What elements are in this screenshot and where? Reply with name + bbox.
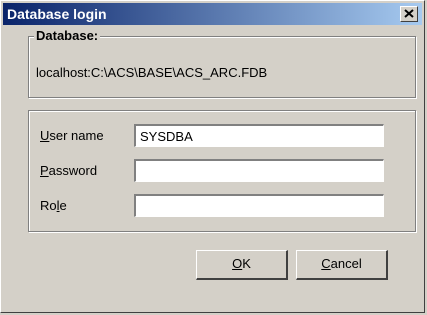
role-label: Role: [40, 198, 67, 213]
title-bar[interactable]: Database login: [3, 3, 422, 25]
window-title: Database login: [7, 6, 107, 22]
close-button[interactable]: [400, 6, 418, 22]
role-input[interactable]: [134, 194, 384, 217]
database-path: localhost:C:\ACS\BASE\ACS_ARC.FDB: [36, 65, 268, 80]
username-input[interactable]: [134, 124, 384, 147]
close-icon: [404, 9, 414, 18]
password-label: Password: [40, 163, 98, 178]
username-label: User name: [40, 128, 104, 143]
cancel-button[interactable]: Cancel: [296, 250, 388, 280]
password-input[interactable]: [134, 159, 384, 182]
database-group-label: Database:: [34, 28, 101, 44]
ok-button[interactable]: OK: [196, 250, 288, 280]
